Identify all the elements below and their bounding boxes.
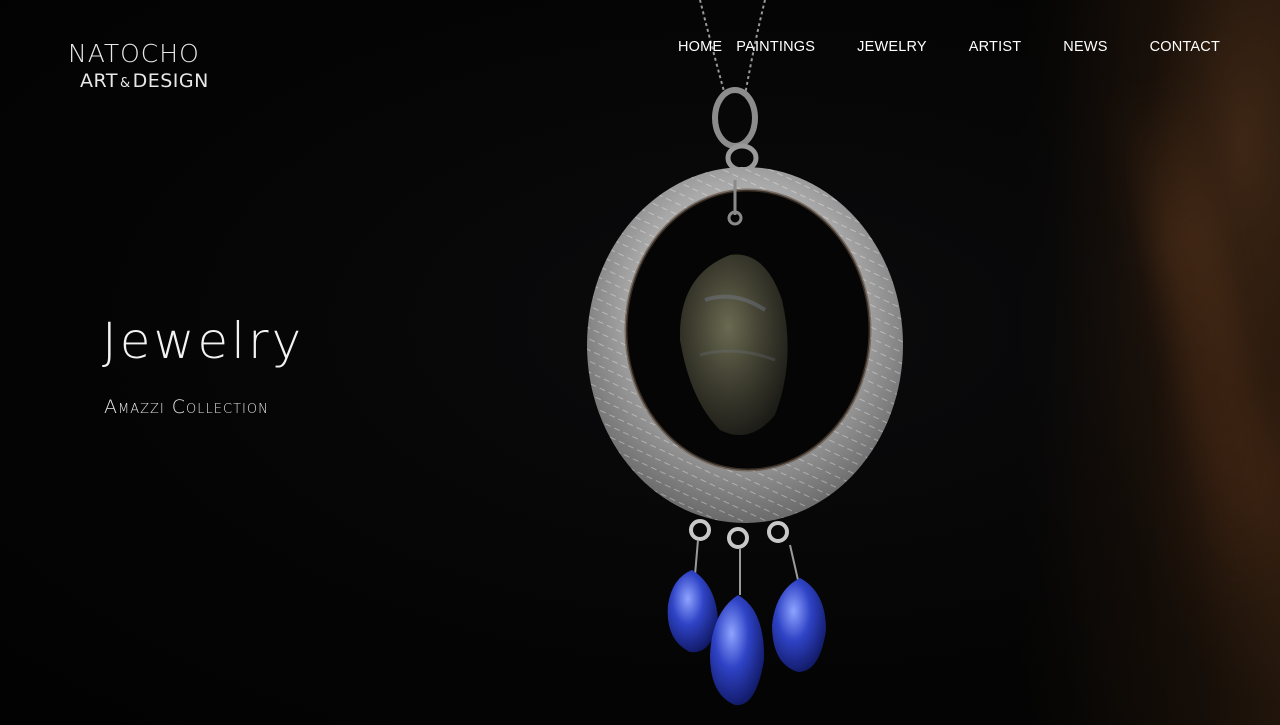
nav-news[interactable]: NEWS [1063,38,1107,56]
logo-tagline: ART & DESIGN [80,68,209,97]
logo-design: DESIGN [132,70,209,92]
site-logo[interactable]: NATOCHO ART & DESIGN [68,40,218,98]
nav-contact[interactable]: CONTACT [1150,38,1220,56]
logo-art: ART [80,70,118,92]
nav-home[interactable]: HOME [678,38,722,56]
nav-paintings[interactable]: PAINTINGS [736,38,815,56]
nav-artist[interactable]: ARTIST [969,38,1022,56]
logo-ampersand: & [119,76,131,91]
hero-subtitle: Amazzi Collection [104,396,269,418]
hero-title: Jewelry [102,312,305,370]
nav-jewelry[interactable]: JEWELRY [857,38,927,56]
pendant-image [587,0,903,706]
logo-wordmark: NATOCHO [68,39,200,68]
main-nav: HOME PAINTINGS JEWELRY ARTIST NEWS CONTA… [678,38,1220,56]
page: NATOCHO ART & DESIGN HOME PAINTINGS JEWELR… [0,0,1280,725]
